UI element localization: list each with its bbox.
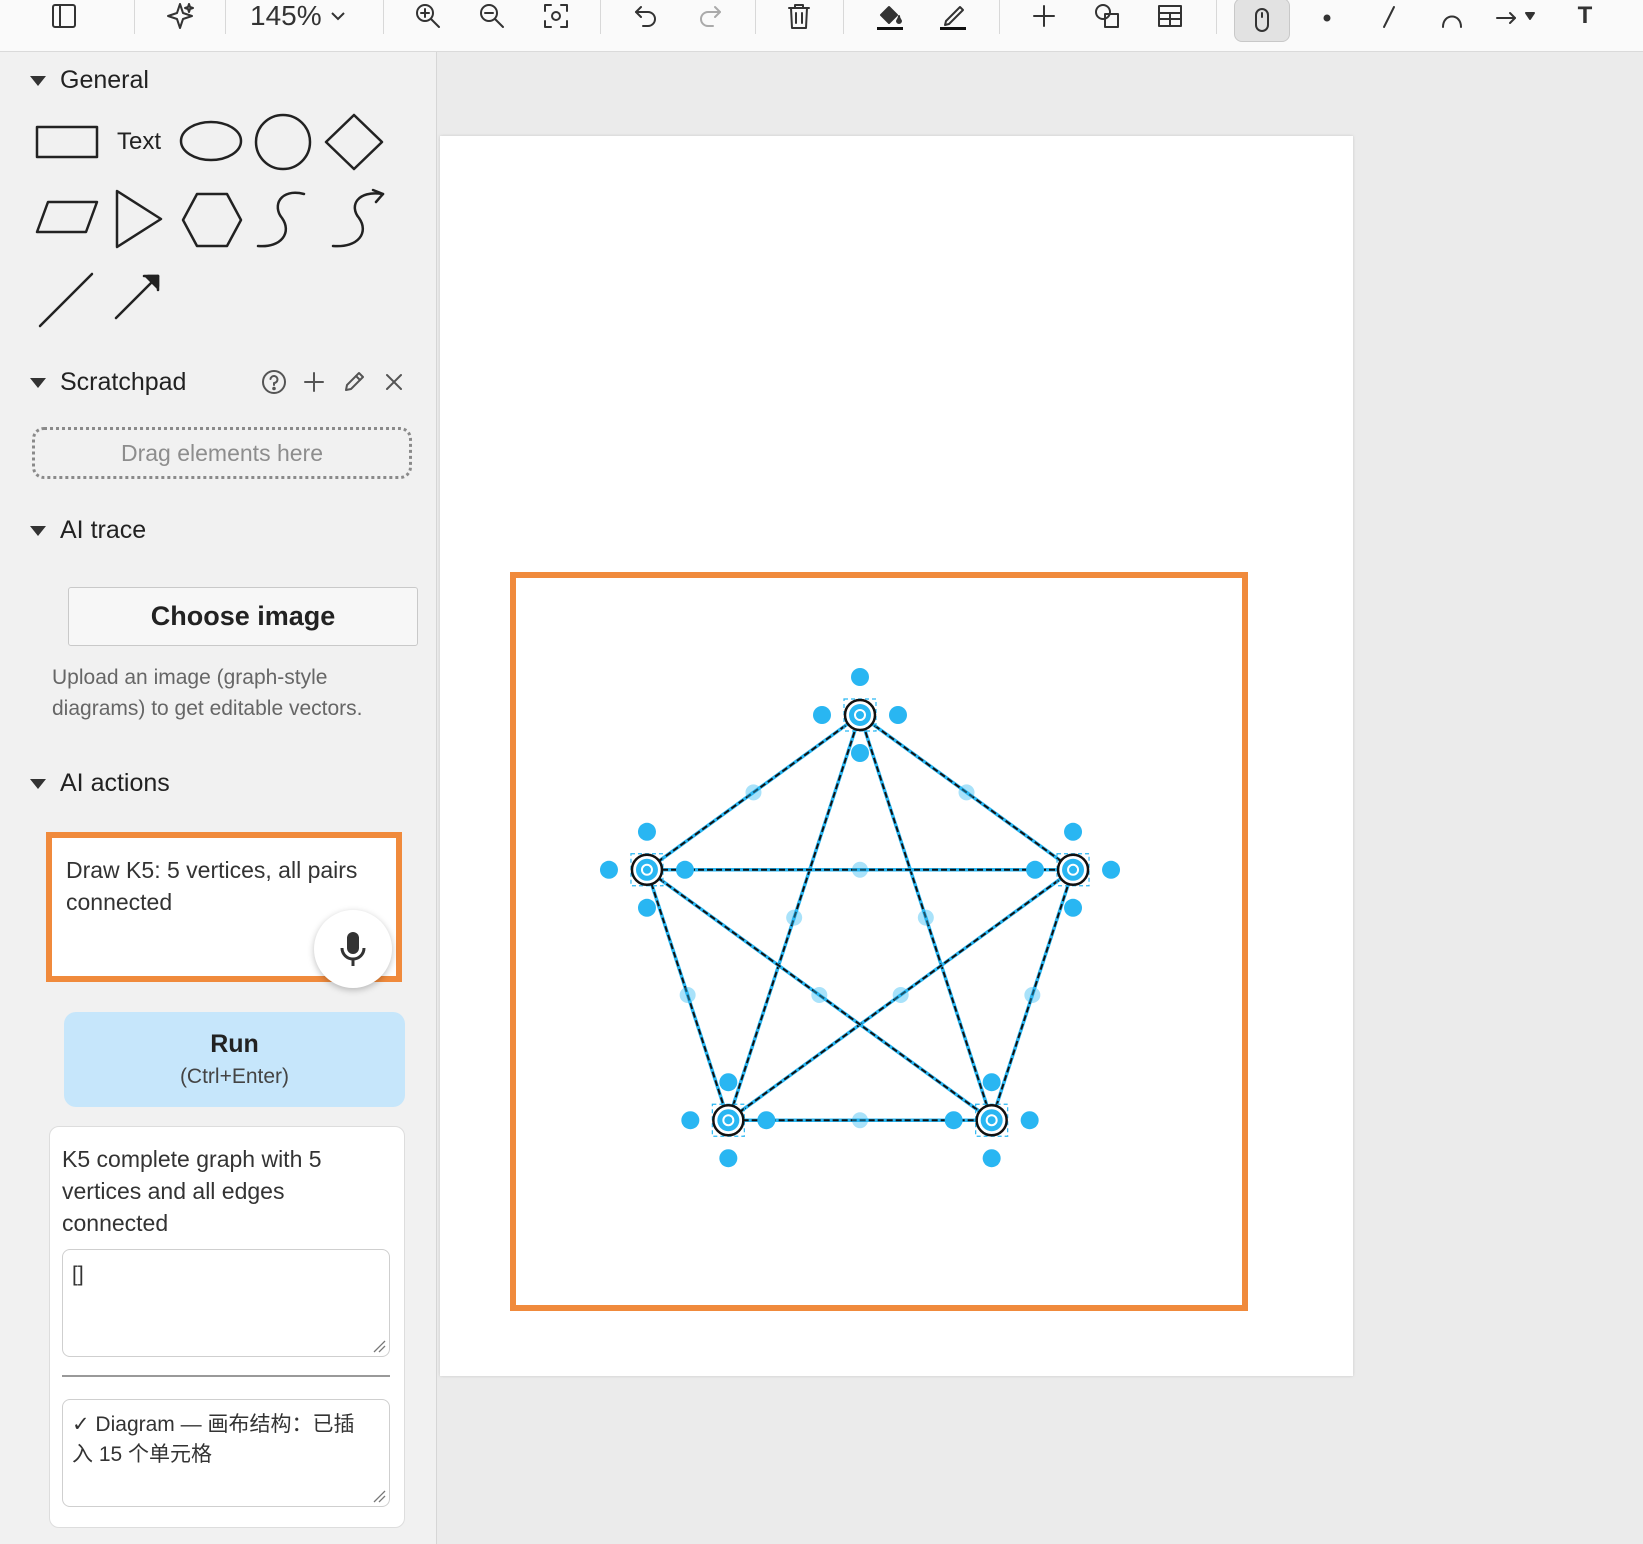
- connection-handle[interactable]: [719, 1073, 738, 1092]
- diagram-canvas[interactable]: [0, 0, 1643, 1544]
- vertex-selection-handle[interactable]: [635, 858, 658, 881]
- vertex-selection-handle[interactable]: [849, 704, 871, 726]
- connection-handle[interactable]: [1064, 822, 1083, 841]
- edge-midpoint-handle[interactable]: [745, 784, 762, 801]
- connection-handle[interactable]: [1026, 860, 1045, 879]
- edge-midpoint-handle[interactable]: [958, 784, 975, 801]
- connection-handle[interactable]: [982, 1073, 1001, 1092]
- connection-handle[interactable]: [944, 1111, 963, 1130]
- edge-midpoint-handle[interactable]: [892, 987, 909, 1003]
- connection-handle[interactable]: [681, 1111, 700, 1130]
- connection-handle[interactable]: [757, 1111, 776, 1130]
- connection-handle[interactable]: [813, 706, 831, 724]
- vertex-selection-handle[interactable]: [980, 1109, 1003, 1132]
- connection-handle[interactable]: [851, 744, 869, 762]
- edge-midpoint-handle[interactable]: [852, 1112, 868, 1129]
- vertex-selection-handle[interactable]: [717, 1109, 740, 1132]
- edge-midpoint-handle[interactable]: [679, 987, 696, 1003]
- selection-highlight: [510, 572, 1248, 1311]
- edge-midpoint-handle[interactable]: [1024, 987, 1041, 1003]
- connection-handle[interactable]: [719, 1149, 738, 1168]
- graph-edges: [645, 713, 1075, 1122]
- vertex-handles: [599, 668, 1121, 1168]
- edge-midpoint-handle[interactable]: [811, 987, 828, 1003]
- connection-handle[interactable]: [637, 898, 656, 917]
- vertex-selection-handle[interactable]: [1062, 858, 1085, 881]
- connection-handle[interactable]: [851, 668, 869, 686]
- edge-midpoint-handle[interactable]: [852, 861, 868, 878]
- connection-handle[interactable]: [637, 822, 656, 841]
- graph-vertices: [630, 698, 1090, 1137]
- connection-handle[interactable]: [1064, 898, 1083, 917]
- edge-midpoint-handle[interactable]: [917, 909, 934, 926]
- connection-handle[interactable]: [675, 860, 694, 879]
- connection-handle[interactable]: [599, 860, 618, 879]
- connection-handle[interactable]: [889, 706, 907, 724]
- connection-handle[interactable]: [1020, 1111, 1039, 1130]
- connection-handle[interactable]: [1102, 860, 1121, 879]
- edge-midpoint-handle[interactable]: [786, 909, 803, 926]
- connection-handle[interactable]: [982, 1149, 1001, 1168]
